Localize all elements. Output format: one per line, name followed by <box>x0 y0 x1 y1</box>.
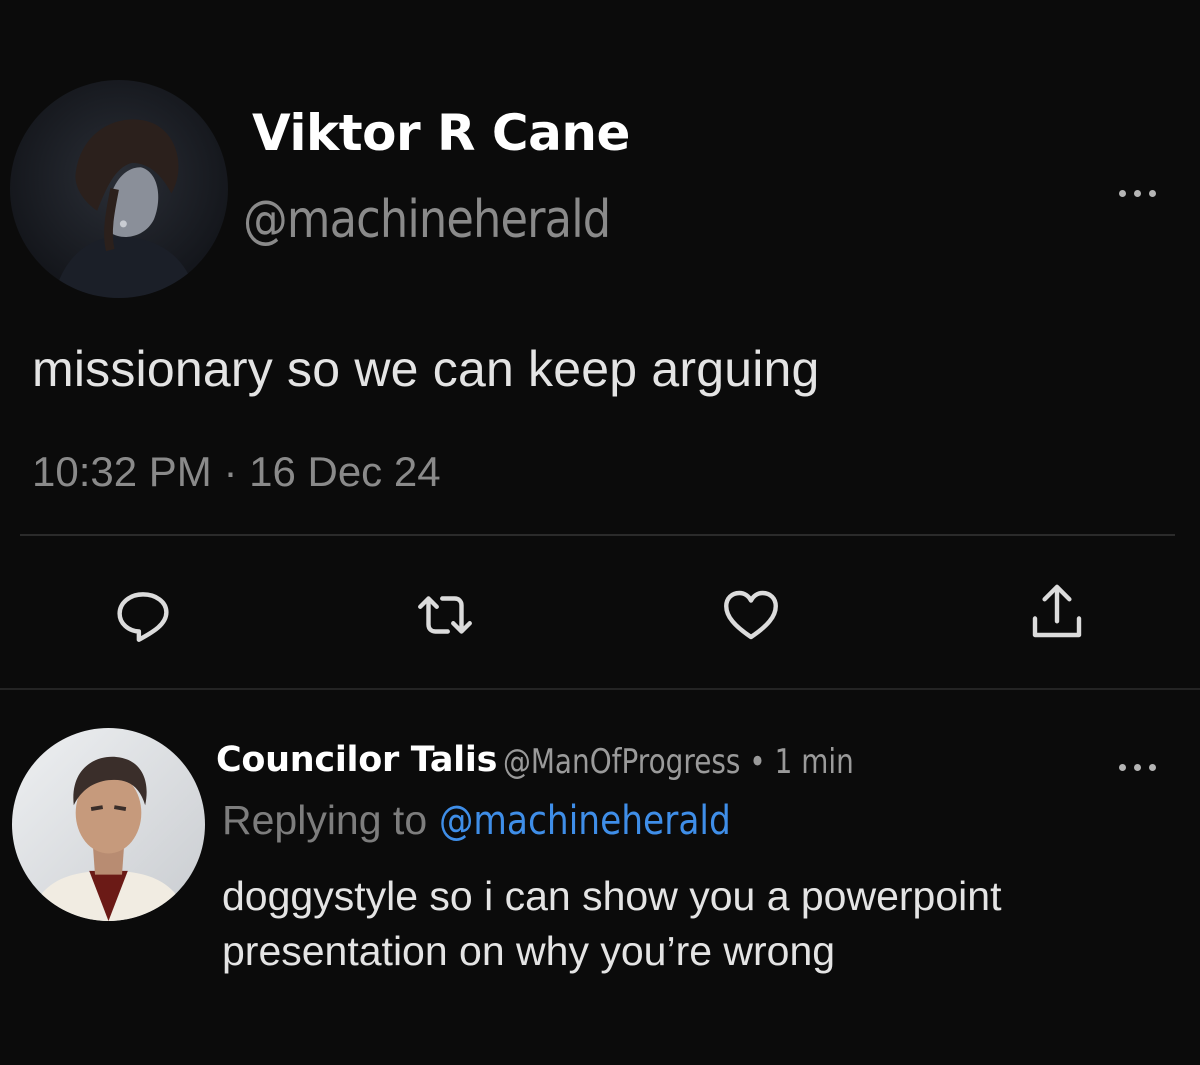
retweet-button[interactable] <box>412 582 478 648</box>
retweet-arrows-icon <box>418 596 472 634</box>
replying-to-label: Replying to <box>222 797 428 843</box>
like-button[interactable] <box>718 582 784 648</box>
tweet-timestamp[interactable]: 10:32 PM · 16 Dec 24 <box>32 448 441 496</box>
ellipsis-icon[interactable] <box>1117 760 1159 774</box>
reply-button[interactable] <box>110 582 176 648</box>
replying-to-line: Replying to @machineherald <box>222 797 778 844</box>
share-button[interactable] <box>1024 580 1090 646</box>
replying-to-handle-link[interactable]: @machineherald <box>439 798 731 844</box>
share-upload-icon <box>1032 584 1082 638</box>
divider <box>20 534 1175 536</box>
ellipsis-icon[interactable] <box>1117 186 1159 200</box>
avatar-talis[interactable] <box>12 728 205 921</box>
reply-author-handle[interactable]: @ManOfProgress • 1 min <box>503 742 854 782</box>
avatar-image <box>10 80 228 298</box>
divider <box>0 688 1200 690</box>
avatar-viktor[interactable] <box>10 80 228 298</box>
author-handle[interactable]: @machineherald <box>243 190 611 250</box>
author-name[interactable]: Viktor R Cane <box>252 104 630 162</box>
reply-author-name[interactable]: Councilor Talis <box>216 740 497 780</box>
avatar-image <box>12 728 205 921</box>
speech-bubble-icon <box>117 592 169 642</box>
tweet-text: missionary so we can keep arguing <box>32 341 820 397</box>
reply-text: doggystyle so i can show you a powerpoin… <box>222 873 1002 974</box>
heart-icon <box>724 590 778 640</box>
